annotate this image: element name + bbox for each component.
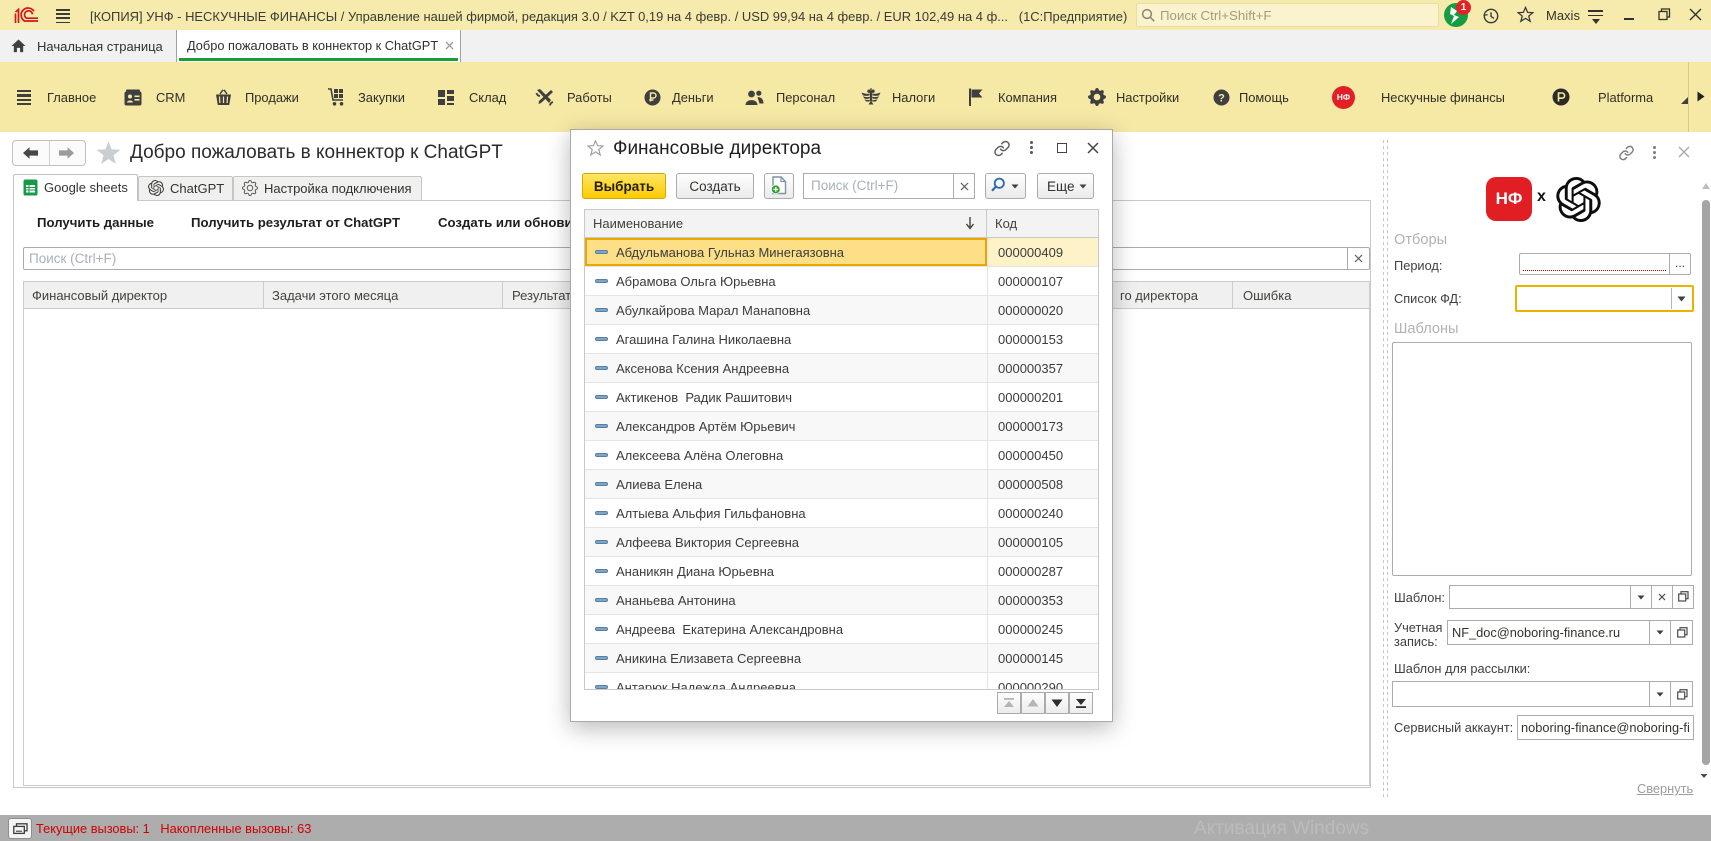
svg-text:?: ? (1218, 93, 1225, 105)
